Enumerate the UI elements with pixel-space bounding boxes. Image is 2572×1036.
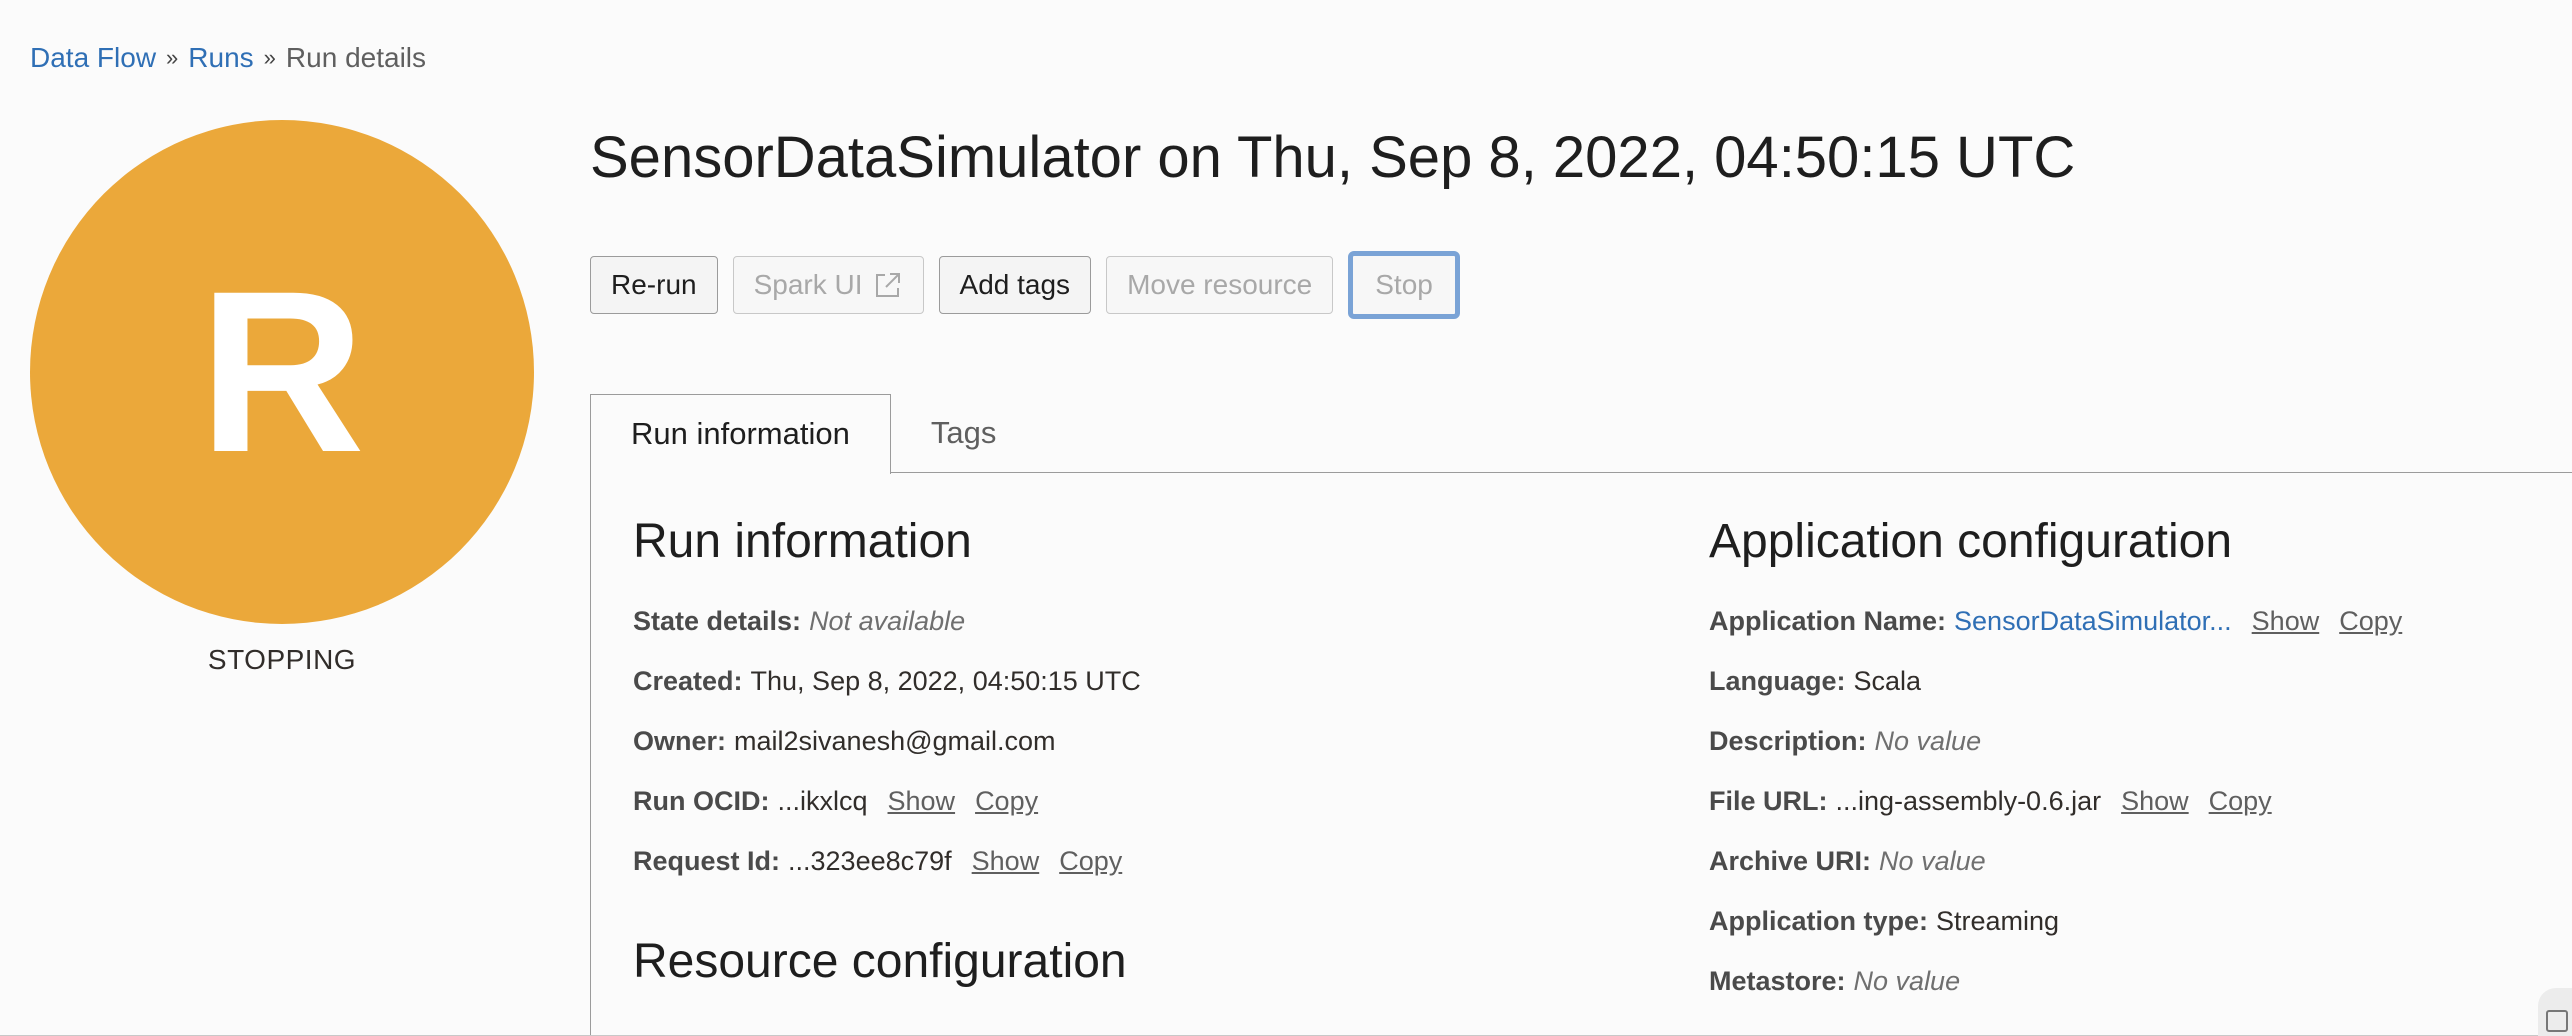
application-name-show-link[interactable]: Show (2252, 606, 2320, 637)
run-ocid-key: Run OCID: (633, 786, 770, 816)
file-url-copy-link[interactable]: Copy (2209, 786, 2272, 817)
state-details-value: Not available (809, 606, 966, 636)
run-information-heading: Run information (633, 515, 972, 568)
run-ocid-show-link[interactable]: Show (888, 786, 956, 817)
application-name-link[interactable]: SensorDataSimulator... (1954, 606, 2232, 637)
breadcrumb-current: Run details (285, 42, 427, 73)
state-details-row: State details: Not available (633, 606, 965, 637)
run-ocid-copy-link[interactable]: Copy (975, 786, 1038, 817)
run-state-label: STOPPING (207, 644, 357, 675)
archive-uri-value: No value (1879, 846, 1986, 876)
metastore-value: No value (1853, 966, 1961, 996)
owner-row: Owner: mail2sivanesh@gmail.com (633, 726, 1056, 757)
request-id-copy-link[interactable]: Copy (1059, 846, 1122, 877)
resource-configuration-heading: Resource configuration (633, 935, 1127, 988)
detail-tabs: Run information Tags (590, 394, 2572, 474)
add-tags-button[interactable]: Add tags (938, 256, 1092, 314)
breadcrumb: Data Flow » Runs » Run details (30, 42, 426, 74)
archive-uri-row: Archive URI: No value (1709, 846, 1986, 877)
description-row: Description: No value (1709, 726, 1981, 757)
application-name-row: Application Name: SensorDataSimulator...… (1709, 606, 2402, 637)
rerun-label: Re-run (611, 269, 697, 300)
application-name-copy-link[interactable]: Copy (2339, 606, 2402, 637)
spark-ui-label: Spark UI (753, 269, 863, 300)
state-details-key: State details: (633, 606, 802, 636)
move-resource-button[interactable]: Move resource (1106, 256, 1334, 314)
language-row: Language: Scala (1709, 666, 1921, 697)
spark-ui-button[interactable]: Spark UI (732, 256, 924, 314)
file-url-row: File URL: ...ing-assembly-0.6.jar Show C… (1709, 786, 2272, 817)
stop-button[interactable]: Stop (1348, 251, 1460, 319)
breadcrumb-data-flow[interactable]: Data Flow (30, 42, 156, 74)
action-toolbar: Re-run Spark UI Add tags Move resource S… (590, 251, 1460, 319)
tab-run-information[interactable]: Run information (590, 394, 891, 474)
description-value: No value (1874, 726, 1982, 756)
run-ocid-row: Run OCID: ...ikxlcq Show Copy (633, 786, 1038, 817)
file-url-value: ...ing-assembly-0.6.jar (1835, 786, 2102, 816)
created-key: Created: (633, 666, 743, 696)
breadcrumb-separator-icon: » (263, 45, 276, 70)
file-url-key: File URL: (1709, 786, 1828, 816)
stop-label: Stop (1375, 269, 1433, 300)
tab-tags[interactable]: Tags (891, 394, 1036, 472)
request-id-row: Request Id: ...323ee8c79f Show Copy (633, 846, 1122, 877)
avatar-letter: R (198, 243, 366, 500)
request-id-key: Request Id: (633, 846, 781, 876)
owner-value: mail2sivanesh@gmail.com (734, 726, 1056, 756)
run-ocid-value: ...ikxlcq (777, 786, 868, 816)
metastore-key: Metastore: (1709, 966, 1846, 996)
file-url-show-link[interactable]: Show (2121, 786, 2189, 817)
breadcrumb-separator-icon: » (166, 45, 179, 70)
external-link-icon (873, 270, 903, 300)
run-information-panel: Run information State details: Not avail… (590, 472, 2572, 1036)
help-widget-icon (2546, 1010, 2568, 1032)
application-name-key: Application Name: (1709, 606, 1947, 636)
archive-uri-key: Archive URI: (1709, 846, 1872, 876)
language-value: Scala (1853, 666, 1922, 696)
add-tags-label: Add tags (959, 269, 1071, 300)
owner-key: Owner: (633, 726, 727, 756)
created-value: Thu, Sep 8, 2022, 04:50:15 UTC (750, 666, 1141, 696)
application-type-row: Application type: Streaming (1709, 906, 2059, 937)
rerun-button[interactable]: Re-run (590, 256, 718, 314)
request-id-value: ...323ee8c79f (788, 846, 952, 876)
metastore-row: Metastore: No value (1709, 966, 1960, 997)
application-type-key: Application type: (1709, 906, 1929, 936)
created-row: Created: Thu, Sep 8, 2022, 04:50:15 UTC (633, 666, 1141, 697)
language-key: Language: (1709, 666, 1846, 696)
breadcrumb-runs[interactable]: Runs (188, 42, 253, 74)
help-widget[interactable] (2538, 988, 2572, 1036)
application-configuration-heading: Application configuration (1709, 515, 2233, 568)
application-type-value: Streaming (1936, 906, 2060, 936)
run-avatar: R (30, 120, 534, 624)
request-id-show-link[interactable]: Show (972, 846, 1040, 877)
page-title: SensorDataSimulator on Thu, Sep 8, 2022,… (590, 125, 2076, 190)
move-resource-label: Move resource (1127, 269, 1313, 300)
description-key: Description: (1709, 726, 1867, 756)
